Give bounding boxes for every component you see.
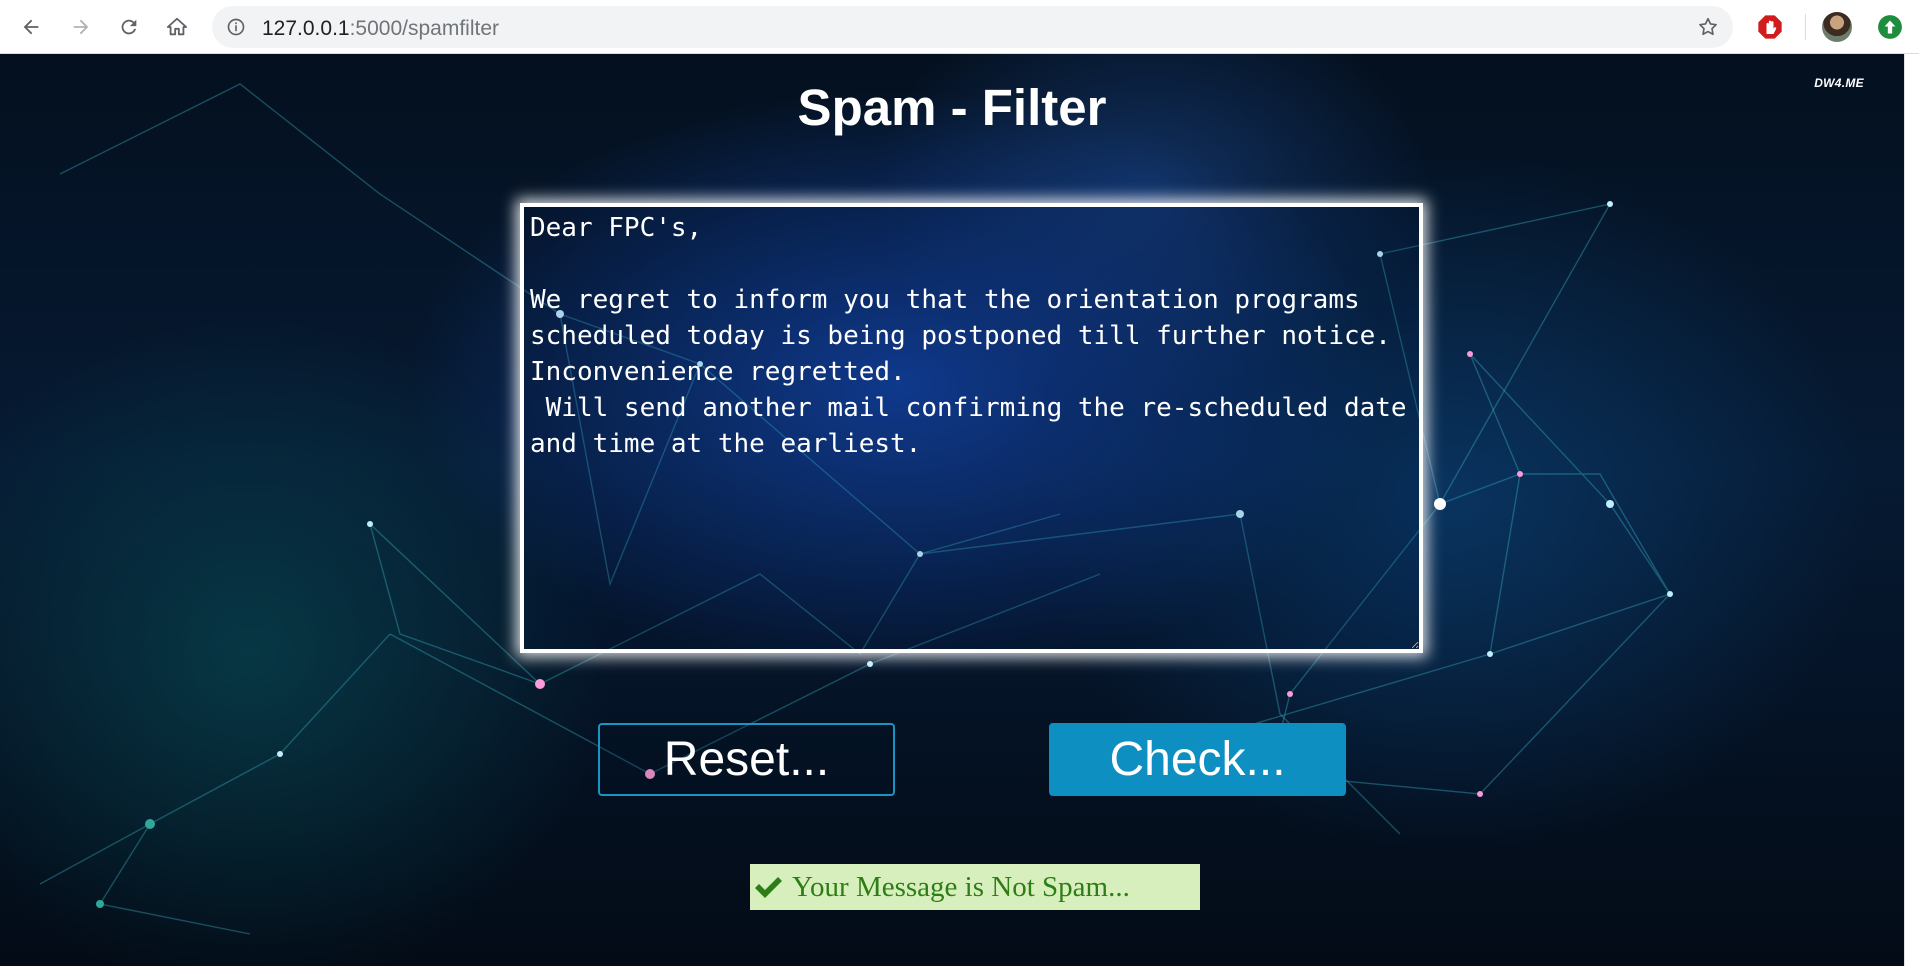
check-button[interactable]: Check... — [1049, 723, 1346, 796]
home-icon[interactable] — [163, 13, 191, 41]
forward-arrow-icon[interactable] — [67, 13, 95, 41]
url-path: :5000/spamfilter — [349, 17, 500, 40]
profile-avatar[interactable] — [1822, 12, 1852, 42]
back-arrow-icon[interactable] — [17, 13, 45, 41]
browser-toolbar: 127.0.0.1:5000/spamfilter — [0, 0, 1919, 54]
info-icon[interactable] — [226, 17, 246, 37]
message-textarea[interactable]: Dear FPC's, We regret to inform you that… — [520, 203, 1423, 653]
result-text: Your Message is Not Spam... — [792, 870, 1130, 903]
result-banner: Your Message is Not Spam... — [750, 864, 1200, 910]
page-title: Spam - Filter — [797, 79, 1107, 136]
reset-button[interactable]: Reset... — [598, 723, 895, 796]
bookmark-star-icon[interactable] — [1697, 16, 1719, 38]
checkmark-icon — [755, 877, 782, 898]
url-host: 127.0.0.1 — [262, 17, 350, 40]
reload-icon[interactable] — [115, 13, 143, 41]
url-text[interactable]: 127.0.0.1:5000/spamfilter — [262, 17, 499, 41]
vertical-scrollbar[interactable] — [1904, 54, 1919, 966]
update-arrow-icon[interactable] — [1877, 14, 1903, 40]
page-content: DW4.ME Spam - Filter Dear FPC's, We regr… — [0, 54, 1904, 966]
address-bar[interactable]: 127.0.0.1:5000/spamfilter — [212, 6, 1733, 48]
toolbar-divider — [1805, 14, 1806, 40]
adblock-stop-icon[interactable] — [1756, 13, 1784, 41]
